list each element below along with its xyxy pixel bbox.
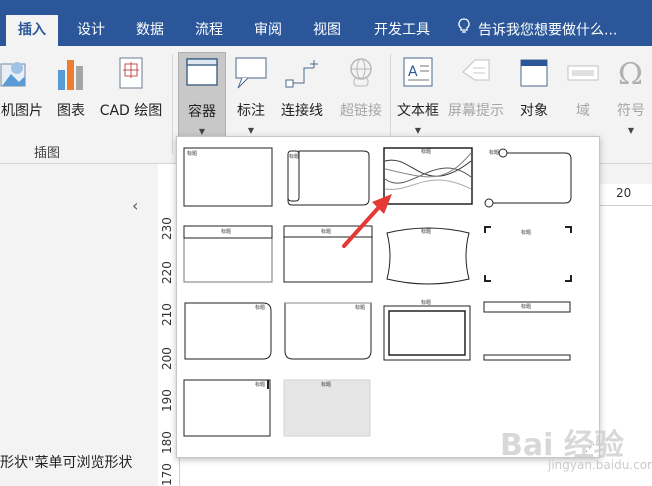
collapse-pane-icon[interactable]: ‹ bbox=[132, 196, 138, 215]
ruler-tick: 230 bbox=[160, 217, 174, 240]
screentip-icon bbox=[459, 56, 493, 94]
container-style-3[interactable]: 标题 bbox=[383, 147, 473, 211]
callout-label: 标注 bbox=[237, 103, 265, 119]
screentip-label: 屏幕提示 bbox=[448, 103, 504, 119]
ribbon-separator bbox=[172, 54, 173, 154]
omega-icon: Ω bbox=[614, 56, 648, 94]
textbox-label: 文本框 bbox=[397, 103, 439, 119]
container-style-10[interactable]: 标题 bbox=[283, 301, 373, 365]
container-style-13[interactable]: 标题 bbox=[183, 379, 273, 443]
chevron-down-icon: ▼ bbox=[198, 127, 206, 136]
lightbulb-icon bbox=[458, 15, 472, 46]
symbol-label: 符号 bbox=[617, 103, 645, 119]
container-title: 标题 bbox=[421, 300, 432, 306]
object-icon bbox=[518, 56, 550, 94]
object-label: 对象 bbox=[520, 103, 548, 119]
illustrations-group-label: 插图 bbox=[34, 146, 61, 161]
container-title: 标题 bbox=[521, 304, 532, 310]
online-pictures-label: 机图片 bbox=[1, 103, 43, 119]
container-style-8[interactable]: 标题 bbox=[483, 225, 573, 289]
tab-developer[interactable]: 开发工具 bbox=[360, 15, 444, 46]
container-style-5[interactable]: 标题 bbox=[183, 225, 273, 289]
ruler-tick: 210 bbox=[160, 303, 174, 326]
cad-drawing-button[interactable]: CAD 绘图 bbox=[96, 52, 166, 142]
container-title: 标题 bbox=[221, 229, 232, 235]
cad-drawing-label: CAD 绘图 bbox=[99, 103, 163, 119]
container-style-1[interactable]: 标题 bbox=[183, 147, 273, 211]
container-style-2[interactable]: 标题 bbox=[283, 147, 373, 211]
container-title: 标题 bbox=[489, 150, 500, 156]
ribbon-tab-bar: 插入 设计 数据 流程 审阅 视图 开发工具 告诉我您想要做什么... bbox=[0, 0, 652, 46]
container-button[interactable]: 容器 ▼ bbox=[178, 52, 226, 138]
container-title: 标题 bbox=[521, 230, 532, 236]
connector-button[interactable]: 连接线 bbox=[274, 52, 330, 142]
tab-view[interactable]: 视图 bbox=[302, 15, 352, 46]
container-style-7[interactable]: 标题 bbox=[383, 225, 473, 291]
callout-icon bbox=[234, 56, 268, 94]
container-style-12[interactable]: 标题 bbox=[483, 301, 573, 365]
container-style-14[interactable]: 标题 bbox=[283, 379, 373, 443]
container-style-4[interactable]: 标题 bbox=[483, 147, 577, 213]
container-title: 标题 bbox=[187, 151, 198, 157]
hyperlink-label: 超链接 bbox=[340, 103, 382, 119]
callout-button[interactable]: 标注 ▼ bbox=[230, 52, 272, 142]
watermark-url: jingyan.baidu.com bbox=[548, 458, 652, 472]
field-button[interactable]: 域 bbox=[562, 52, 604, 142]
connector-label: 连接线 bbox=[281, 103, 323, 119]
ruler-tick: 170 bbox=[160, 463, 174, 486]
container-title: 标题 bbox=[255, 305, 266, 311]
picture-icon bbox=[0, 56, 29, 96]
textbox-button[interactable]: A 文本框 ▼ bbox=[394, 52, 442, 142]
field-label: 域 bbox=[576, 103, 590, 119]
ruler-tick: 220 bbox=[160, 261, 174, 284]
container-title: 标题 bbox=[289, 154, 300, 160]
tell-me-box[interactable]: 告诉我您想要做什么... bbox=[458, 15, 617, 46]
hyperlink-button[interactable]: 超链接 bbox=[334, 52, 388, 142]
tab-design[interactable]: 设计 bbox=[66, 15, 116, 46]
cad-icon bbox=[117, 56, 145, 96]
visio-window: 插入 设计 数据 流程 审阅 视图 开发工具 告诉我您想要做什么... 机图片 … bbox=[0, 0, 652, 486]
svg-text:Ω: Ω bbox=[618, 57, 643, 90]
textbox-icon: A bbox=[402, 56, 434, 94]
ruler-tick: 20 bbox=[616, 186, 632, 200]
container-style-11[interactable]: 标题 bbox=[383, 300, 473, 365]
svg-text:A: A bbox=[408, 64, 418, 80]
container-title: 标题 bbox=[255, 382, 266, 388]
chevron-down-icon: ▼ bbox=[627, 126, 635, 135]
chevron-down-icon: ▼ bbox=[414, 126, 422, 135]
link-icon bbox=[344, 56, 378, 94]
tab-review[interactable]: 审阅 bbox=[242, 15, 294, 46]
connector-icon bbox=[282, 56, 322, 94]
symbol-button[interactable]: Ω 符号 ▼ bbox=[610, 52, 652, 142]
container-label: 容器 bbox=[188, 104, 216, 120]
field-icon bbox=[566, 56, 600, 94]
container-title: 标题 bbox=[355, 305, 366, 311]
shapes-pane-hint: 形状"菜单可浏览形状 bbox=[0, 455, 133, 471]
container-style-9[interactable]: 标题 bbox=[183, 301, 273, 365]
object-button[interactable]: 对象 bbox=[510, 52, 558, 142]
container-title: 标题 bbox=[321, 382, 332, 388]
container-style-6[interactable]: 标题 bbox=[283, 225, 373, 289]
ruler-tick: 190 bbox=[160, 389, 174, 412]
container-title: 标题 bbox=[421, 149, 432, 155]
online-pictures-button[interactable]: 机图片 bbox=[0, 52, 44, 142]
tab-process[interactable]: 流程 bbox=[184, 15, 234, 46]
container-title: 标题 bbox=[421, 229, 432, 235]
ruler-tick: 200 bbox=[160, 347, 174, 370]
tab-insert[interactable]: 插入 bbox=[6, 15, 58, 46]
chart-button[interactable]: 图表 bbox=[50, 52, 92, 142]
chart-label: 图表 bbox=[57, 103, 85, 119]
tab-data[interactable]: 数据 bbox=[124, 15, 176, 46]
chevron-down-icon: ▼ bbox=[247, 126, 255, 135]
screentip-button[interactable]: 屏幕提示 bbox=[444, 52, 508, 142]
container-icon bbox=[185, 57, 219, 93]
bar-chart-icon bbox=[55, 56, 87, 96]
container-title: 标题 bbox=[321, 229, 332, 235]
ruler-tick: 180 bbox=[160, 431, 174, 454]
tell-me-text: 告诉我您想要做什么... bbox=[478, 22, 618, 39]
container-gallery: 标题 标题 标题 标题 标题 标题 标题 标题 标题 标题 标题 标题 标题 标… bbox=[176, 136, 600, 458]
